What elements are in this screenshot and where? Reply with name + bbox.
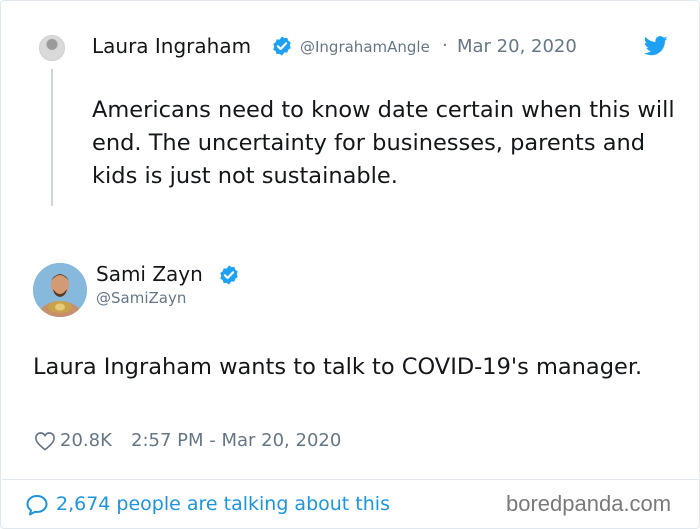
quoted-author-avatar[interactable] (39, 35, 65, 61)
tweet-text: Laura Ingraham wants to talk to COVID-19… (33, 354, 643, 380)
quoted-tweet-text: Americans need to know date certain when… (92, 97, 675, 189)
verified-badge-icon (273, 36, 291, 56)
author-name[interactable]: Sami Zayn (96, 262, 203, 286)
quoted-tweet-date[interactable]: Mar 20, 2020 (457, 36, 577, 57)
tweet-card: Laura Ingraham @IngrahamAngle · Mar 20, … (0, 0, 700, 529)
quoted-author-handle[interactable]: @IngrahamAngle (300, 38, 430, 56)
heart-icon[interactable] (34, 431, 56, 451)
watermark: boredpanda.com (506, 491, 672, 516)
speech-bubble-icon[interactable] (25, 494, 49, 516)
like-count[interactable]: 20.8K (60, 430, 112, 451)
twitter-bird-icon[interactable] (644, 35, 668, 57)
tweet-timestamp[interactable]: 2:57 PM - Mar 20, 2020 (131, 430, 341, 451)
separator-dot: · (442, 35, 448, 56)
quoted-author-name[interactable]: Laura Ingraham (92, 34, 251, 58)
footer-divider (2, 479, 699, 480)
author-avatar[interactable] (33, 263, 87, 317)
thread-line (51, 69, 53, 206)
avatar-photo (33, 263, 87, 317)
verified-badge-icon (220, 265, 238, 285)
people-talking-link[interactable]: 2,674 people are talking about this (56, 493, 390, 515)
author-handle[interactable]: @SamiZayn (96, 289, 186, 307)
